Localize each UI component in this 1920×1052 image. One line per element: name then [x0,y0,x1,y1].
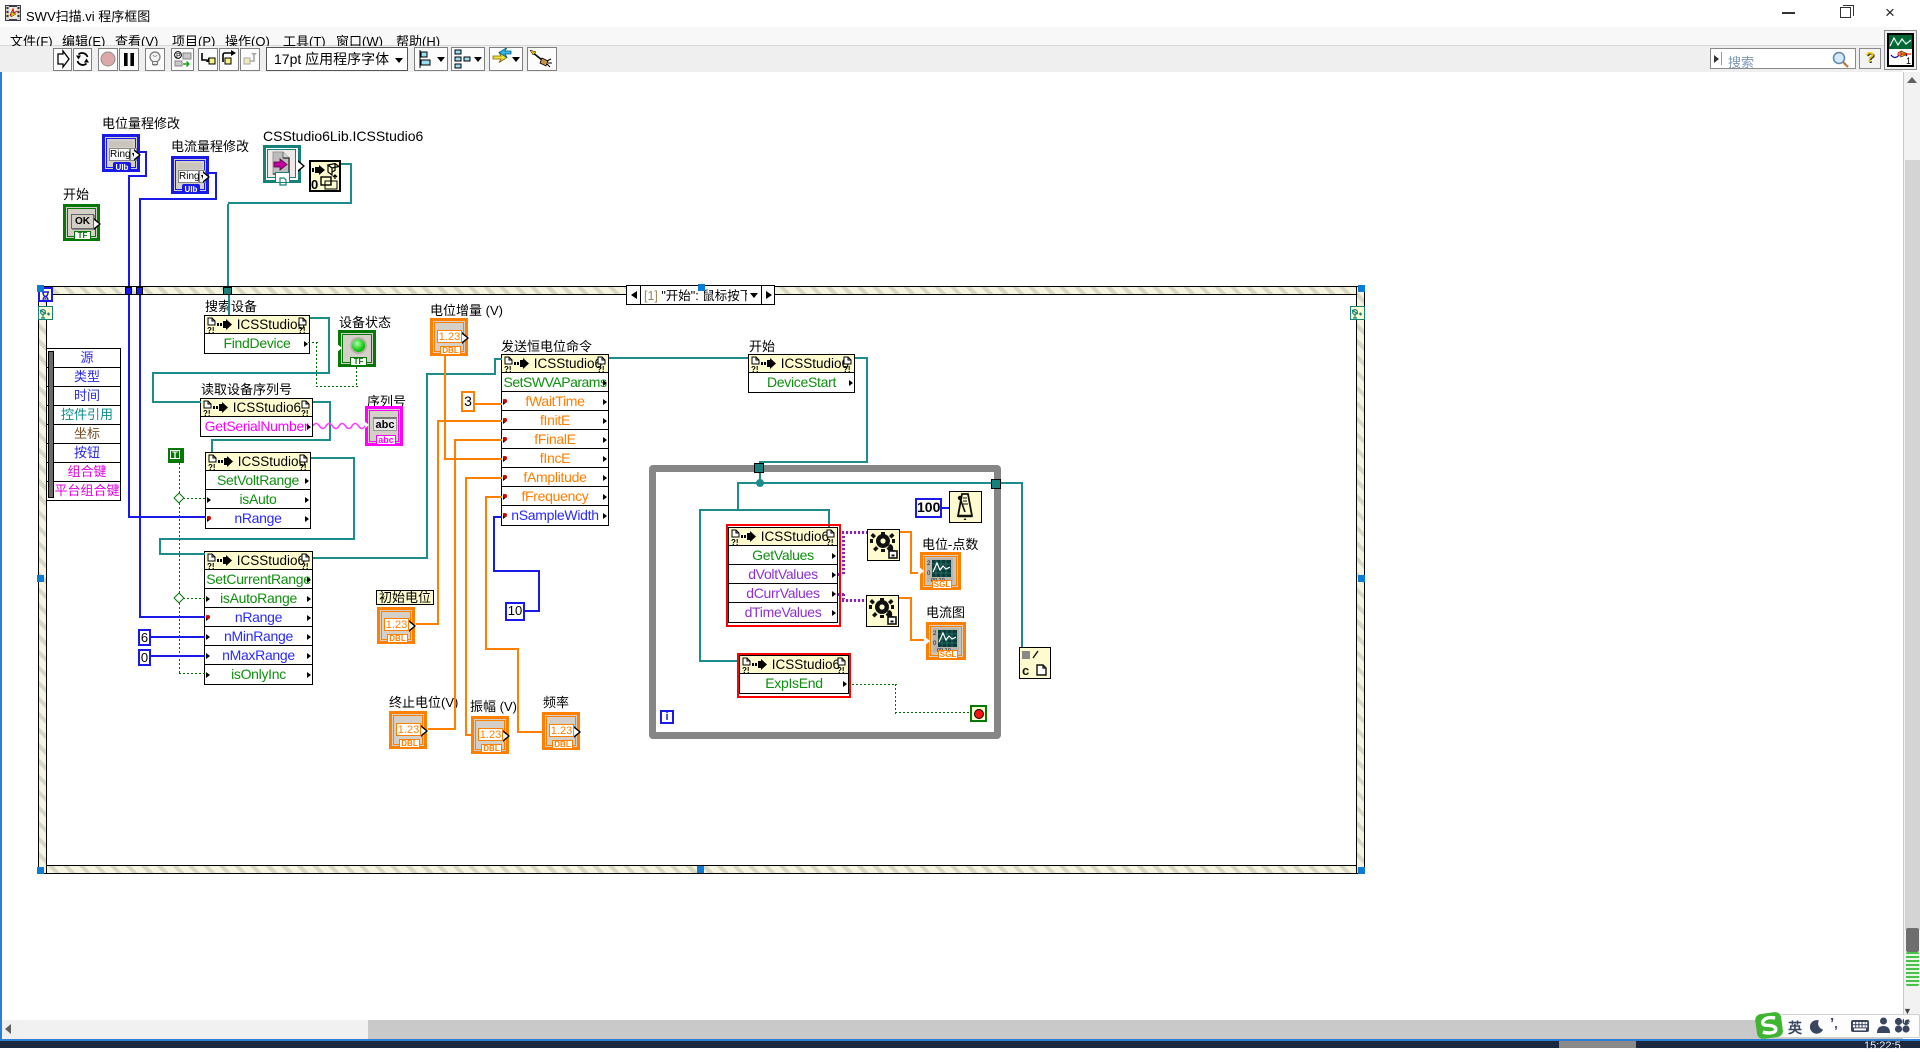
svg-text:1: 1 [1906,56,1911,65]
svg-text:0: 0 [311,177,318,190]
svg-text:P: P [176,53,181,60]
